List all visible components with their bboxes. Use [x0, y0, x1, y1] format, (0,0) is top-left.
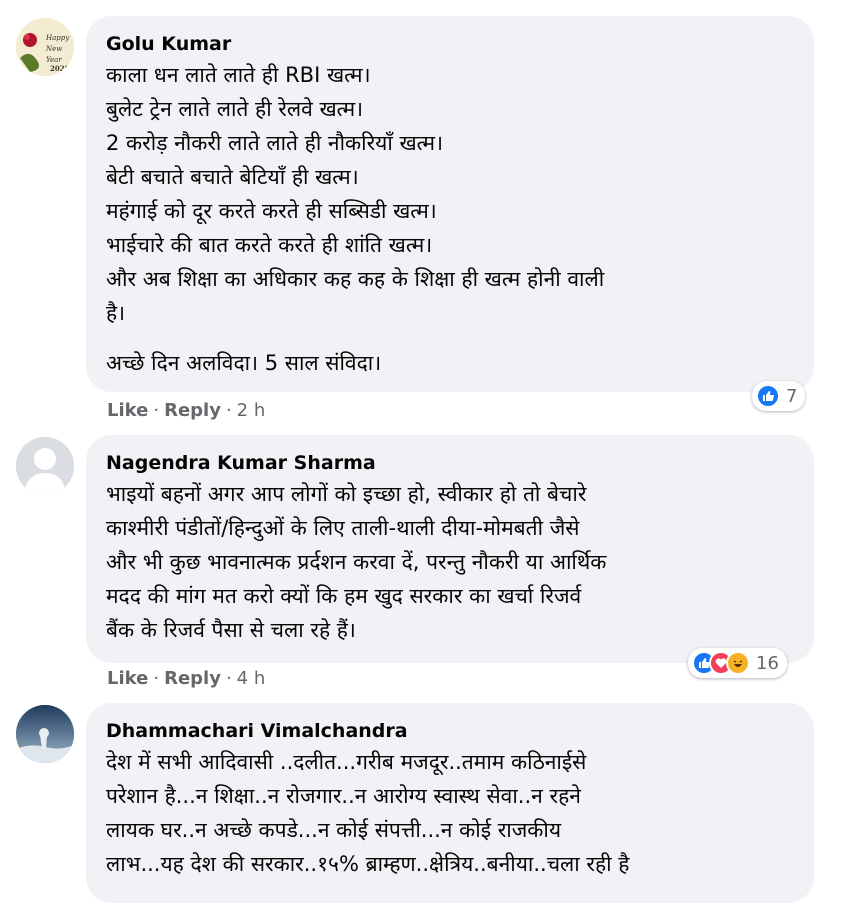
comment-author[interactable]: Golu Kumar: [106, 32, 792, 56]
svg-text:New: New: [45, 45, 62, 53]
reply-link[interactable]: Reply: [164, 400, 221, 421]
comment-text-line: लाभ...यह देश की सरकार..१५% ब्राम्हण..क्ष…: [106, 852, 630, 876]
comment-actions: Like · Reply · 2 h: [107, 400, 265, 421]
comment-text-line: है।: [106, 301, 126, 325]
avatar[interactable]: [16, 437, 74, 495]
comment-author[interactable]: Nagendra Kumar Sharma: [106, 451, 792, 475]
reaction-count: 16: [756, 652, 779, 674]
timestamp[interactable]: 4 h: [237, 668, 266, 689]
separator: ·: [153, 400, 160, 421]
comment-text-line: अच्छे दिन अलविदा। 5 साल संविदा।: [106, 351, 382, 375]
reaction-summary[interactable]: 7: [752, 381, 806, 411]
comment-bubble: Nagendra Kumar Sharma भाइयों बहनों अगर आ…: [86, 435, 814, 663]
haha-icon: [726, 651, 750, 675]
separator: ·: [225, 668, 232, 689]
comment-bubble: Dhammachari Vimalchandra देश में सभी आदि…: [86, 703, 814, 903]
comment-bubble: Golu Kumar काला धन लाते लाते ही RBI खत्म…: [86, 16, 814, 392]
avatar-image: Happy New Year 2020: [16, 18, 74, 76]
separator: ·: [225, 400, 232, 421]
comment-text-line: 2 करोड़ नौकरी लाते लाते ही नौकरियाँ खत्म…: [106, 131, 444, 155]
reply-link[interactable]: Reply: [164, 668, 221, 689]
comment-text-line: भाइयों बहनों अगर आप लोगों को इच्छा हो, स…: [106, 482, 587, 506]
comment-text-line: काश्मीरी पंडीतों/हिन्दुओं के लिए ताली-था…: [106, 516, 580, 540]
comment-text-line: बुलेट ट्रेन लाते लाते ही रेलवे खत्म।: [106, 97, 364, 121]
svg-text:2020: 2020: [50, 64, 70, 73]
comment-text-line: परेशान है...न शिक्षा..न रोजगार..न आरोग्य…: [106, 784, 581, 808]
comment-author[interactable]: Dhammachari Vimalchandra: [106, 719, 792, 743]
like-icon: [756, 384, 780, 408]
like-link[interactable]: Like: [107, 668, 148, 689]
like-link[interactable]: Like: [107, 400, 148, 421]
comment-text-line: काला धन लाते लाते ही RBI खत्म।: [106, 63, 371, 87]
svg-text:Happy: Happy: [45, 34, 70, 42]
comment-text-line: और अब शिक्षा का अधिकार कह कह के शिक्षा ह…: [106, 267, 605, 291]
avatar[interactable]: [16, 705, 74, 763]
reaction-summary[interactable]: 16: [688, 648, 787, 678]
comment-text-line: मदद की मांग मत करो क्यों कि हम खुद सरकार…: [106, 584, 582, 608]
comment-text-line: लायक घर..न अच्छे कपडे...न कोई संपत्ती...…: [106, 818, 562, 842]
timestamp[interactable]: 2 h: [237, 400, 266, 421]
separator: ·: [153, 668, 160, 689]
default-avatar-icon: [16, 437, 74, 495]
comment-text-line: बेटी बचाते बचाते बेटियाँ ही खत्म।: [106, 165, 359, 189]
reaction-count: 7: [786, 385, 798, 407]
svg-text:Year: Year: [46, 56, 62, 64]
comment-text-line: महंगाई को दूर करते करते ही सब्सिडी खत्म।: [106, 199, 437, 223]
comment-text-line: देश में सभी आदिवासी ..दलीत...गरीब मजदूर.…: [106, 750, 587, 774]
comment-actions: Like · Reply · 4 h: [107, 668, 265, 689]
avatar-image: [16, 705, 74, 763]
avatar[interactable]: Happy New Year 2020: [16, 18, 74, 76]
comment-text-line: और भी कुछ भावनात्मक प्रर्दशन करवा दें, प…: [106, 550, 607, 574]
comment-text-line: बैंक के रिजर्व पैसा से चला रहे हैं।: [106, 618, 356, 642]
comment-text-line: भाईचारे की बात करते करते ही शांति खत्म।: [106, 233, 433, 257]
